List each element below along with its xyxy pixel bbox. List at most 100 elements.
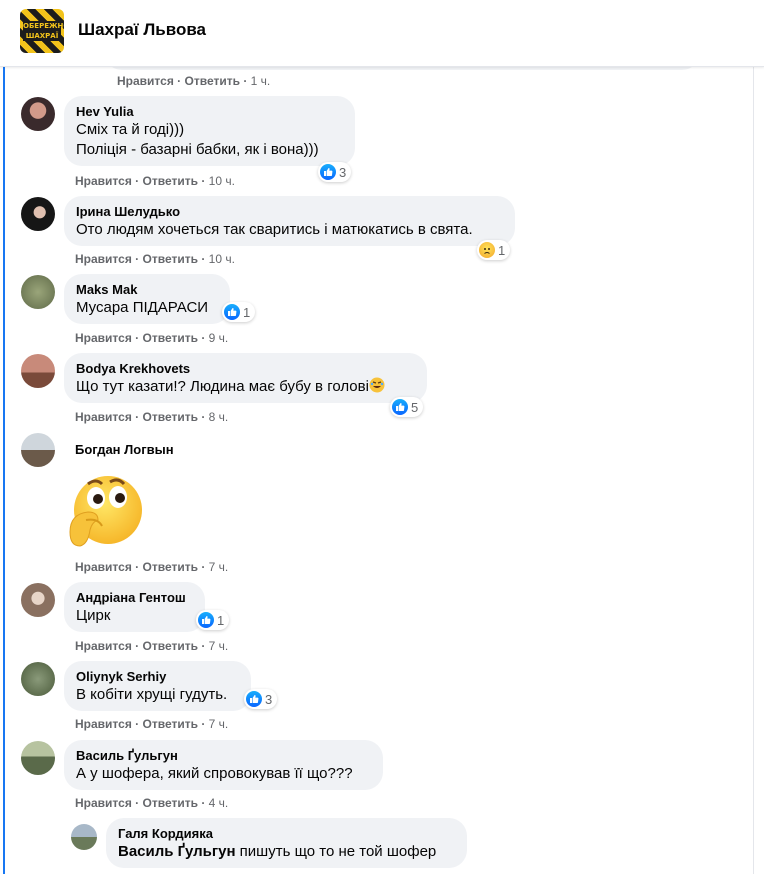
comment-text: Мусара ПІДАРАСИ (76, 299, 209, 316)
feed-border (753, 66, 754, 874)
reply-link[interactable]: Ответить (143, 560, 198, 574)
like-link[interactable]: Нравится (117, 74, 174, 88)
comment-text: Поліція - базарні бабки, як і вона))) (76, 141, 319, 158)
reply-link[interactable]: Ответить (143, 331, 198, 345)
avatar[interactable] (21, 197, 55, 231)
like-reaction-icon (198, 612, 214, 628)
comment-author[interactable]: Bodya Krekhovets (76, 361, 415, 377)
reaction-badge[interactable]: 1 (477, 240, 511, 260)
like-link[interactable]: Нравится (75, 796, 132, 810)
like-link[interactable]: Нравится (75, 410, 132, 424)
comment-author[interactable]: Андріана Гентош (76, 590, 193, 606)
reaction-badge[interactable]: 1 (222, 302, 256, 322)
comment-time[interactable]: 10 ч. (209, 252, 235, 266)
logo-text-2: ШАХРАЇ (25, 32, 59, 40)
reaction-badge[interactable]: 3 (244, 689, 278, 709)
comment-meta: Нравится · Ответить · 7 ч. (75, 560, 229, 574)
reaction-badge[interactable]: 3 (318, 162, 352, 182)
reply-author[interactable]: Галя Кордияка (118, 826, 455, 842)
reaction-count: 3 (265, 691, 273, 707)
comment-text: Сміх та й годі))) (76, 121, 185, 138)
reply-avatar[interactable] (71, 824, 97, 850)
comment-time[interactable]: 7 ч. (209, 639, 229, 653)
reaction-count: 1 (243, 304, 251, 320)
avatar[interactable] (21, 433, 55, 467)
reply-text: Василь Ґульгун пишуть що то не той шофер (118, 843, 437, 860)
comment-meta: Нравится · Ответить · 9 ч. (75, 331, 229, 345)
comment-time[interactable]: 7 ч. (209, 717, 229, 731)
comment-time[interactable]: 8 ч. (209, 410, 229, 424)
like-link[interactable]: Нравится (75, 560, 132, 574)
thread-rail (3, 66, 5, 874)
comment-author[interactable]: Богдан Логвын (75, 442, 174, 457)
reply-link[interactable]: Ответить (143, 639, 198, 653)
comment-text: Цирк (76, 607, 111, 624)
comment-author[interactable]: Hev Yulia (76, 104, 343, 120)
comment-meta: Нравится · Ответить · 7 ч. (75, 717, 229, 731)
rofl-emoji-icon (369, 377, 385, 393)
like-reaction-icon (246, 691, 262, 707)
comment-meta: Нравится · Ответить · 10 ч. (75, 174, 235, 188)
like-link[interactable]: Нравится (75, 639, 132, 653)
reply-link[interactable]: Ответить (143, 410, 198, 424)
like-link[interactable]: Нравится (75, 174, 132, 188)
reaction-count: 5 (411, 399, 419, 415)
reply-link[interactable]: Ответить (143, 174, 198, 188)
group-title[interactable]: Шахраї Львова (78, 20, 206, 40)
comment-author[interactable]: Ірина Шелудько (76, 204, 503, 220)
comment-meta: Нравится · Ответить · 7 ч. (75, 639, 229, 653)
like-link[interactable]: Нравится (75, 717, 132, 731)
like-link[interactable]: Нравится (75, 331, 132, 345)
comment-time[interactable]: 10 ч. (209, 174, 235, 188)
comment-bubble: Василь Ґульгун А у шофера, який спровоку… (64, 740, 383, 790)
comment-time[interactable]: 7 ч. (209, 560, 229, 574)
comment-author[interactable]: Maks Mak (76, 282, 218, 298)
comment-meta-prev: Нравится · Ответить · 1 ч. (117, 74, 271, 88)
comment-bubble: Ірина Шелудько Ото людям хочеться так св… (64, 196, 515, 246)
reaction-badge[interactable]: 5 (390, 397, 424, 417)
comment-time[interactable]: 9 ч. (209, 331, 229, 345)
mention-link[interactable]: Василь Ґульгун (118, 843, 236, 860)
comment-bubble: Bodya Krekhovets Що тут казати!? Людина … (64, 353, 427, 403)
comment-text: В кобіти хрущі гудуть. (76, 686, 228, 703)
reply-link[interactable]: Ответить (143, 717, 198, 731)
group-logo[interactable]: ОБЕРЕЖНО ШАХРАЇ (20, 9, 64, 53)
comment-author[interactable]: Oliynyk Serhiy (76, 669, 239, 685)
like-reaction-icon (320, 164, 336, 180)
like-link[interactable]: Нравится (75, 252, 132, 266)
comment-bubble: Hev Yulia Сміх та й годі))) Поліція - ба… (64, 96, 355, 166)
group-header: ОБЕРЕЖНО ШАХРАЇ Шахраї Львова (0, 0, 764, 67)
comment-meta: Нравится · Ответить · 4 ч. (75, 796, 229, 810)
avatar[interactable] (21, 741, 55, 775)
reaction-badge[interactable]: 1 (196, 610, 230, 630)
like-reaction-icon (392, 399, 408, 415)
reply-link[interactable]: Ответить (185, 74, 240, 88)
comment-meta: Нравится · Ответить · 10 ч. (75, 252, 235, 266)
avatar[interactable] (21, 97, 55, 131)
like-reaction-icon (224, 304, 240, 320)
logo-text-1: ОБЕРЕЖНО (23, 22, 64, 30)
reaction-count: 3 (339, 164, 347, 180)
thinking-face-emoji-icon (69, 476, 142, 547)
comment-text: А у шофера, який спровокував її що??? (76, 765, 353, 782)
comment-text: Ото людям хочеться так сваритись і матюк… (76, 221, 473, 238)
reply-bubble: Галя Кордияка Василь Ґульгун пишуть що т… (106, 818, 467, 868)
comment-meta: Нравится · Ответить · 8 ч. (75, 410, 229, 424)
comment-text: Що тут казати!? Людина має бубу в голові (76, 377, 415, 397)
reply-link[interactable]: Ответить (143, 796, 198, 810)
comment-time[interactable]: 4 ч. (209, 796, 229, 810)
comment-bubble: Maks Mak Мусара ПІДАРАСИ (64, 274, 230, 324)
reaction-count: 1 (498, 242, 506, 258)
comment-time[interactable]: 1 ч. (251, 74, 271, 88)
avatar[interactable] (21, 583, 55, 617)
reaction-count: 1 (217, 612, 225, 628)
comment-bubble: Андріана Гентош Цирк (64, 582, 205, 632)
reply-link[interactable]: Ответить (143, 252, 198, 266)
avatar[interactable] (21, 275, 55, 309)
comments-feed: Нравится · Ответить · 1 ч. Hev Yulia Смі… (0, 66, 764, 874)
comment-bubble: Oliynyk Serhiy В кобіти хрущі гудуть. (64, 661, 251, 711)
avatar[interactable] (21, 662, 55, 696)
sad-reaction-icon (479, 242, 495, 258)
comment-author[interactable]: Василь Ґульгун (76, 748, 371, 764)
avatar[interactable] (21, 354, 55, 388)
